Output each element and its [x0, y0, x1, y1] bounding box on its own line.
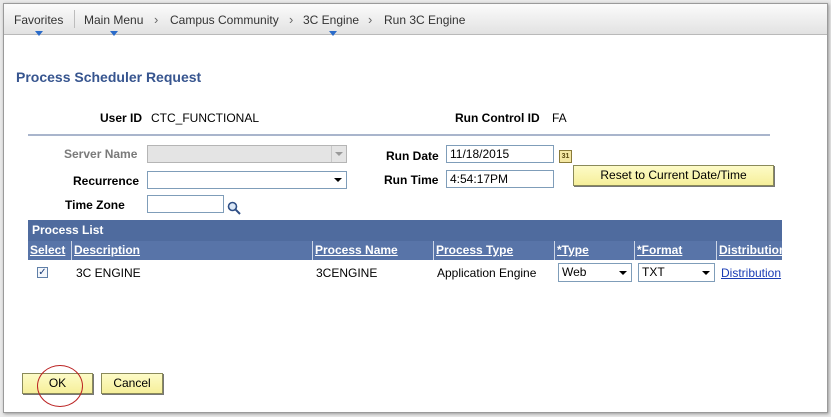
breadcrumb-bar: Favorites Main Menu › Campus Community ›…: [4, 4, 827, 36]
chevron-down-icon: [619, 271, 627, 275]
run-time-label: Run Time: [384, 173, 439, 187]
cancel-button[interactable]: Cancel: [101, 373, 163, 394]
caret-down-icon[interactable]: [329, 31, 337, 36]
nav-favorites[interactable]: Favorites: [14, 13, 63, 27]
search-icon[interactable]: [227, 201, 241, 215]
chevron-right-icon: ›: [154, 12, 159, 27]
run-date-label: Run Date: [386, 149, 439, 163]
nav-run-3c-engine[interactable]: Run 3C Engine: [384, 13, 465, 27]
row-process-type: Application Engine: [437, 266, 537, 280]
run-time-input[interactable]: 4:54:17PM: [446, 170, 554, 188]
chevron-down-icon: [334, 178, 342, 182]
user-id-value: CTC_FUNCTIONAL: [151, 111, 260, 125]
select-checkbox[interactable]: ✓: [37, 267, 48, 278]
run-date-input[interactable]: 11/18/2015: [446, 145, 554, 163]
divider: [28, 134, 770, 136]
chevron-down-icon: [331, 146, 346, 162]
column-header-process-name[interactable]: Process Name: [313, 241, 434, 260]
caret-down-icon[interactable]: [110, 31, 118, 36]
row-process-name: 3CENGINE: [316, 266, 378, 280]
recurrence-label: Recurrence: [73, 174, 140, 188]
nav-3c-engine[interactable]: 3C Engine: [303, 13, 359, 27]
run-control-id-label: Run Control ID: [455, 111, 540, 125]
process-list-title: Process List: [28, 220, 782, 241]
caret-down-icon[interactable]: [35, 31, 43, 36]
run-control-id-value: FA: [552, 111, 567, 125]
chevron-down-icon: [702, 271, 710, 275]
recurrence-select[interactable]: [147, 171, 347, 189]
column-header-format[interactable]: *Format: [635, 241, 717, 260]
window-frame: Favorites Main Menu › Campus Community ›…: [3, 3, 828, 413]
column-header-select[interactable]: Select: [28, 241, 72, 260]
chevron-right-icon: ›: [289, 12, 294, 27]
page-title: Process Scheduler Request: [16, 69, 202, 85]
column-header-process-type[interactable]: Process Type: [434, 241, 555, 260]
highlight-circle: [37, 365, 83, 407]
column-header-type[interactable]: *Type: [555, 241, 635, 260]
reset-datetime-button[interactable]: Reset to Current Date/Time: [573, 165, 774, 186]
nav-campus-community[interactable]: Campus Community: [170, 13, 279, 27]
nav-separator: [74, 10, 75, 28]
calendar-icon[interactable]: 31: [559, 150, 572, 163]
nav-main-menu[interactable]: Main Menu: [84, 13, 143, 27]
column-header-description[interactable]: Description: [72, 241, 313, 260]
type-select[interactable]: Web: [558, 263, 632, 282]
server-name-select: [147, 145, 347, 163]
row-description: 3C ENGINE: [76, 266, 141, 280]
column-header-distribution[interactable]: Distribution: [717, 241, 782, 260]
server-name-label: Server Name: [64, 147, 138, 161]
distribution-link[interactable]: Distribution: [721, 266, 781, 280]
time-zone-input[interactable]: [147, 195, 224, 213]
chevron-right-icon: ›: [368, 12, 373, 27]
user-id-label: User ID: [100, 111, 143, 125]
time-zone-label: Time Zone: [65, 198, 125, 212]
format-select[interactable]: TXT: [638, 263, 715, 282]
checkbox-checked-icon: ✓: [38, 267, 47, 278]
